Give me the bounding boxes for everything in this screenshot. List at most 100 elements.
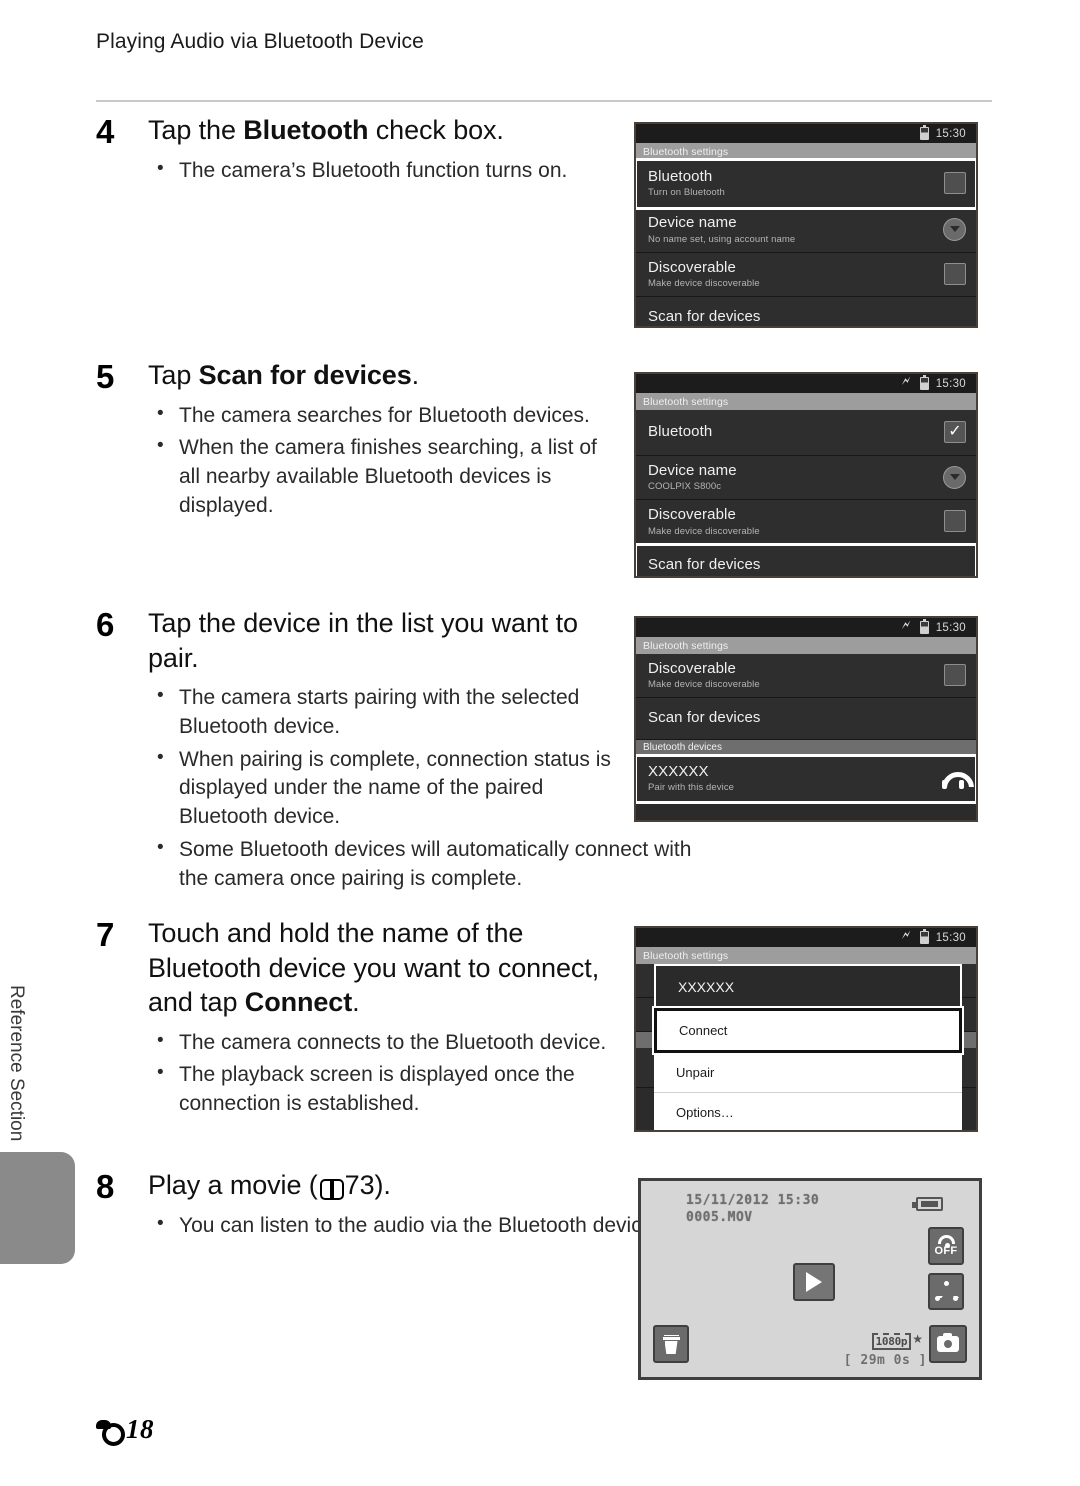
- context-menu-item-options[interactable]: Options…: [654, 1093, 962, 1130]
- row-scan-for-devices[interactable]: Scan for devices: [636, 542, 976, 576]
- row-sublabel: Turn on Bluetooth: [648, 187, 725, 199]
- row-label: Bluetooth: [648, 168, 713, 185]
- step-7-title-pre: Touch and hold the name of the Bluetooth…: [148, 918, 600, 1018]
- row-discoverable[interactable]: Discoverable Make device discoverable: [636, 654, 976, 699]
- step-5-title-bold: Scan for devices: [198, 360, 412, 390]
- bullet: The camera searches for Bluetooth device…: [148, 401, 616, 431]
- row-bluetooth[interactable]: Bluetooth ✓: [636, 410, 976, 456]
- step-5-title-pre: Tap: [148, 360, 199, 390]
- row-sublabel: Make device discoverable: [648, 679, 760, 691]
- row-label: Scan for devices: [648, 709, 761, 727]
- step-8-number: 8: [96, 1168, 115, 1205]
- screenshot-bluetooth-devices-list: 15:30 Bluetooth settings Discoverable Ma…: [634, 616, 978, 822]
- step-6-title: Tap the device in the list you want to p…: [148, 608, 578, 673]
- screen-title-bar: Bluetooth settings: [636, 393, 976, 410]
- step-6-number: 6: [96, 606, 115, 643]
- checkbox-icon[interactable]: ✓: [944, 421, 966, 443]
- step-7: 7 Touch and hold the name of the Bluetoo…: [96, 916, 626, 1119]
- screen-title-bar: Bluetooth settings: [636, 947, 976, 964]
- screen-title-bar: Bluetooth settings: [636, 637, 976, 654]
- step-4-bullets: The camera’s Bluetooth function turns on…: [148, 156, 616, 186]
- step-5-number: 5: [96, 358, 115, 395]
- share-button[interactable]: [928, 1273, 964, 1310]
- step-4-title: Tap the Bluetooth check box.: [148, 113, 616, 148]
- bullet: The camera connects to the Bluetooth dev…: [148, 1028, 626, 1058]
- step-7-title: Touch and hold the name of the Bluetooth…: [148, 916, 626, 1020]
- row-discoverable[interactable]: Discoverable Make device discoverable: [636, 252, 976, 297]
- checkbox-icon[interactable]: [944, 664, 966, 687]
- battery-icon: [919, 929, 929, 944]
- camera-icon: [937, 1333, 959, 1352]
- step-8-title-pre: Play a movie (: [148, 1170, 318, 1200]
- page-footer: 18: [96, 1414, 154, 1446]
- step-8-title: Play a movie ( 73).: [148, 1168, 636, 1203]
- row-label: Scan for devices: [648, 307, 761, 325]
- step-4-title-pre: Tap the: [148, 115, 244, 145]
- row-device-name[interactable]: Device name No name set, using account n…: [636, 208, 976, 253]
- chevron-down-icon[interactable]: [943, 217, 966, 241]
- bullet: Some Bluetooth devices will automaticall…: [148, 835, 708, 894]
- screen-title-bar: Bluetooth settings: [636, 143, 976, 160]
- step-4: 4 Tap the Bluetooth check box. The camer…: [96, 113, 616, 185]
- bluetooth-icon: [902, 928, 913, 944]
- camera-mode-button[interactable]: [929, 1325, 967, 1363]
- context-menu-item-connect[interactable]: Connect: [652, 1006, 964, 1055]
- checkbox-icon[interactable]: [944, 262, 966, 285]
- row-label: Device name: [648, 462, 737, 479]
- screenshot-movie-playback: 15/11/2012 15:30 0005.MOV OFF 1080p ★ [ …: [638, 1178, 982, 1380]
- row-label: Discoverable: [648, 506, 736, 524]
- wifi-icon: [937, 1235, 955, 1248]
- step-6-bullets: The camera starts pairing with the selec…: [148, 683, 691, 893]
- status-bar: 15:30: [636, 374, 976, 393]
- share-icon: [935, 1281, 957, 1302]
- bullet: When pairing is complete, connection sta…: [148, 745, 616, 832]
- delete-button[interactable]: [653, 1325, 689, 1363]
- movie-duration-label: 29m 0s: [860, 1353, 911, 1368]
- chevron-down-icon[interactable]: [943, 465, 966, 489]
- step-7-title-post: .: [352, 987, 360, 1018]
- screenshot-bluetooth-settings-off: 15:30 Bluetooth settings Bluetooth Turn …: [634, 122, 978, 328]
- playback-info: 15/11/2012 15:30 0005.MOV: [686, 1193, 819, 1227]
- status-bar: 15:30: [636, 124, 976, 143]
- row-label: Device name: [648, 214, 737, 232]
- checkbox-icon[interactable]: [944, 172, 966, 195]
- header-divider: [96, 100, 992, 102]
- wifi-off-button[interactable]: OFF: [928, 1227, 964, 1265]
- clock-label: 15:30: [935, 127, 966, 140]
- checkbox-icon[interactable]: [944, 510, 966, 533]
- step-8: 8 Play a movie (73). You can listen to t…: [96, 1168, 659, 1240]
- row-discoverable[interactable]: Discoverable Make device discoverable: [636, 500, 976, 545]
- row-sublabel: No name set, using account name: [648, 233, 796, 245]
- clock-label: 15:30: [935, 377, 966, 390]
- context-menu: XXXXXX Connect Unpair Options…: [652, 964, 964, 1130]
- device-name-label: XXXXXX: [648, 762, 709, 780]
- screenshot-device-context-menu: 15:30 Bluetooth settings XXXXXX Connect …: [634, 926, 978, 1132]
- play-button[interactable]: [793, 1263, 835, 1301]
- status-bar: 15:30: [636, 928, 976, 947]
- device-status-label: Pair with this device: [648, 781, 735, 793]
- step-8-title-post: ).: [374, 1170, 391, 1200]
- status-bar: 15:30: [636, 618, 976, 637]
- battery-icon: [919, 125, 929, 140]
- device-list-item[interactable]: XXXXXX Pair with this device: [636, 753, 976, 804]
- section-tab-marker: [0, 1152, 75, 1264]
- row-sublabel: Make device discoverable: [648, 277, 760, 289]
- playback-datetime: 15/11/2012 15:30: [686, 1193, 820, 1208]
- page-number: 18: [126, 1414, 154, 1444]
- row-scan-for-devices[interactable]: Scan for devices: [636, 296, 976, 326]
- step-8-title-ref: 73: [344, 1170, 375, 1200]
- step-5: 5 Tap Scan for devices. The camera searc…: [96, 358, 616, 521]
- row-bluetooth[interactable]: Bluetooth Turn on Bluetooth: [636, 157, 976, 211]
- context-menu-header: XXXXXX: [654, 964, 962, 1008]
- movie-quality-label: 1080p: [871, 1333, 912, 1350]
- step-4-number: 4: [96, 113, 115, 150]
- section-bar-bluetooth-devices: Bluetooth devices: [636, 739, 976, 756]
- context-menu-item-unpair[interactable]: Unpair: [654, 1053, 962, 1093]
- clock-label: 15:30: [935, 621, 966, 634]
- manual-reference-icon: [319, 1179, 344, 1200]
- row-scan-for-devices[interactable]: Scan for devices: [636, 698, 976, 740]
- row-device-name[interactable]: Device name COOLPIX S800c: [636, 456, 976, 501]
- step-7-number: 7: [96, 916, 115, 953]
- running-header: Playing Audio via Bluetooth Device: [96, 30, 424, 53]
- battery-icon: [919, 375, 929, 390]
